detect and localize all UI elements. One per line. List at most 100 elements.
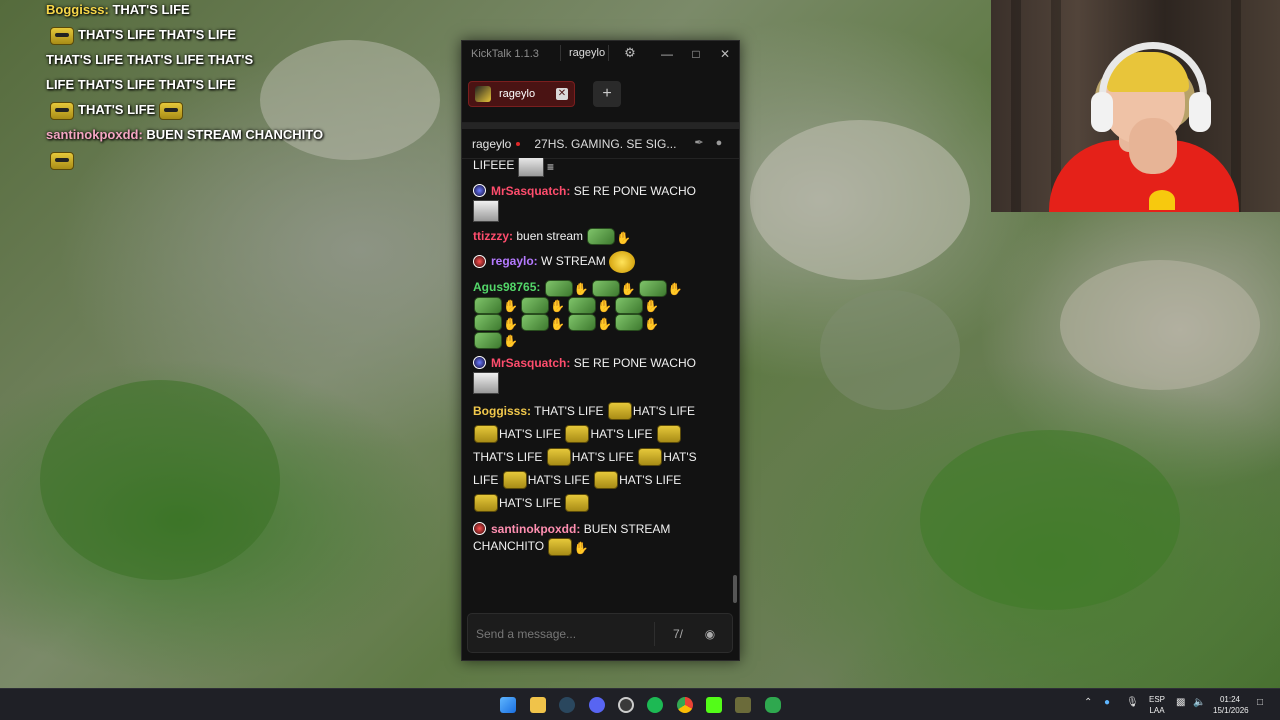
spotify-icon[interactable]	[647, 697, 663, 713]
chat-header: rageylo 27HS. GAMING. SE SIG... ✒ ●	[462, 129, 739, 159]
frog-emote-icon	[521, 314, 549, 332]
badge-icon	[473, 184, 486, 197]
emote-picker-icon[interactable]: ◉	[701, 626, 719, 642]
clap-emote-icon: ✋	[573, 540, 589, 555]
username[interactable]: MrSasquatch:	[491, 356, 570, 370]
live-indicator-icon	[516, 141, 521, 146]
avatar	[475, 86, 491, 102]
message-text: THAT'S LIFE	[534, 403, 604, 418]
list-item: ttizzzy: buen stream ✋	[473, 228, 730, 246]
list-item: Boggisss: THAT'S LIFE HAT'S LIFE HAT'S L…	[473, 400, 730, 515]
taskbar: ⌃ ● 🎙 ESP LAA ▩ 🔈 01:24 15/1/2026 □	[0, 688, 1280, 720]
divider	[654, 622, 655, 646]
spongebob-emote-icon	[502, 471, 527, 490]
foliage-texture	[920, 430, 1180, 610]
rock-texture	[820, 290, 960, 410]
obs-icon[interactable]	[618, 697, 634, 713]
close-icon[interactable]: ✕	[556, 88, 568, 100]
app-title: KickTalk 1.1.3	[471, 48, 539, 60]
tab-label: rageylo	[499, 88, 536, 100]
clock-date: 15/1/2026	[1213, 706, 1249, 715]
username[interactable]: ttizzzy:	[473, 229, 513, 243]
file-explorer-icon[interactable]	[530, 697, 546, 713]
overlay-username: santinokpoxdd:	[46, 127, 143, 142]
language-indicator[interactable]: ESP LAA	[1147, 694, 1167, 716]
kicktalk-icon[interactable]	[765, 697, 781, 713]
username[interactable]: Agus98765:	[473, 280, 540, 294]
overlay-line: Boggisss: THAT'S LIFE	[46, 0, 366, 22]
message-input[interactable]	[476, 624, 646, 644]
frog-emote-icon	[521, 296, 549, 314]
clap-emote-icon: ✋	[503, 299, 518, 314]
window-titlebar[interactable]: KickTalk 1.1.3 rageylo ⚙ — □ ✕	[462, 41, 739, 67]
frog-emote-icon	[568, 296, 596, 314]
list-item: regaylo: W STREAM	[473, 251, 730, 274]
foliage-texture	[40, 380, 280, 580]
clap-emote-icon: ✋	[597, 316, 612, 331]
network-icon[interactable]: ▩	[1176, 697, 1185, 708]
spongebob-emote-icon	[159, 101, 184, 120]
username[interactable]: santinokpoxdd:	[491, 522, 580, 536]
close-button[interactable]: ✕	[714, 44, 736, 64]
overlay-text: THAT'S LIFE THAT'S LIFE THAT'S	[46, 52, 254, 67]
start-icon[interactable]	[500, 697, 516, 713]
frog-emote-icon	[615, 296, 643, 314]
game-icon[interactable]	[735, 697, 751, 713]
message-text: buen stream	[516, 229, 584, 243]
minimize-button[interactable]: —	[656, 44, 678, 64]
channel-name[interactable]: rageylo	[472, 137, 511, 151]
overlay-line: LIFE THAT'S LIFE THAT'S LIFE	[46, 72, 366, 97]
microphone-icon[interactable]: 🎙	[1126, 697, 1139, 708]
message-text: SE RE PONE WACHO	[573, 355, 696, 370]
badge-icon	[473, 254, 486, 268]
spongebob-emote-icon	[656, 425, 681, 444]
emote-icon	[473, 371, 499, 394]
security-icon[interactable]: ●	[1104, 697, 1110, 708]
frog-emote-icon	[568, 314, 596, 332]
kick-icon[interactable]	[706, 697, 722, 713]
seventv-icon[interactable]: 7/	[669, 626, 687, 642]
username[interactable]: regaylo:	[491, 255, 538, 269]
message-text: LIFEEE	[473, 158, 515, 173]
kicktalk-window: KickTalk 1.1.3 rageylo ⚙ — □ ✕ rageylo ✕…	[461, 40, 740, 661]
rock-texture	[750, 120, 970, 280]
spongebob-emote-icon	[638, 448, 663, 467]
user-icon[interactable]: ●	[713, 137, 725, 149]
lang-layout: LAA	[1149, 706, 1165, 715]
spongebob-emote-icon	[474, 494, 498, 513]
message-text: HAT'S LIFE	[499, 426, 562, 441]
overlay-line: THAT'S LIFE THAT'S LIFE	[46, 22, 366, 47]
chevron-up-icon[interactable]: ⌃	[1084, 697, 1092, 708]
maximize-button[interactable]: □	[685, 44, 707, 64]
overlay-chat: Boggisss: THAT'S LIFE THAT'S LIFE THAT'S…	[46, 0, 366, 172]
message-input-bar: 7/ ◉	[467, 613, 733, 653]
system-clock[interactable]: 01:24 15/1/2026	[1213, 694, 1249, 716]
stream-title: 27HS. GAMING. SE SIG...	[534, 136, 677, 151]
clap-emote-icon: ✋	[667, 282, 683, 297]
message-text: HAT'S LIFE	[499, 495, 562, 510]
chrome-icon[interactable]	[677, 697, 693, 713]
clap-emote-icon: ✋	[550, 316, 565, 331]
clap-emote-icon: ✋	[597, 299, 612, 314]
username[interactable]: Boggisss:	[473, 404, 531, 418]
frog-emote-icon	[591, 279, 620, 297]
pin-icon[interactable]: ✒	[693, 137, 705, 149]
shirt-logo	[1149, 190, 1175, 210]
message-text: LIFE	[473, 472, 499, 487]
message-text: HAT'S LIFE	[590, 426, 653, 441]
discord-icon[interactable]	[589, 697, 605, 713]
steam-icon[interactable]	[559, 697, 575, 713]
message-text: HAT'S	[663, 449, 697, 464]
gear-icon[interactable]: ⚙	[622, 45, 638, 61]
emote-icon	[517, 158, 544, 177]
clap-emote-icon: ✋	[616, 230, 632, 245]
scrollbar[interactable]	[733, 575, 737, 603]
tab-rageylo[interactable]: rageylo ✕	[468, 81, 575, 107]
notification-icon[interactable]: □	[1257, 697, 1263, 708]
spongebob-emote-icon	[474, 425, 498, 444]
username[interactable]: MrSasquatch:	[491, 184, 570, 198]
volume-icon[interactable]: 🔈	[1193, 697, 1205, 708]
add-tab-button[interactable]: +	[593, 81, 621, 107]
frog-emote-icon	[474, 296, 502, 314]
overlay-username: Boggisss:	[46, 2, 109, 17]
